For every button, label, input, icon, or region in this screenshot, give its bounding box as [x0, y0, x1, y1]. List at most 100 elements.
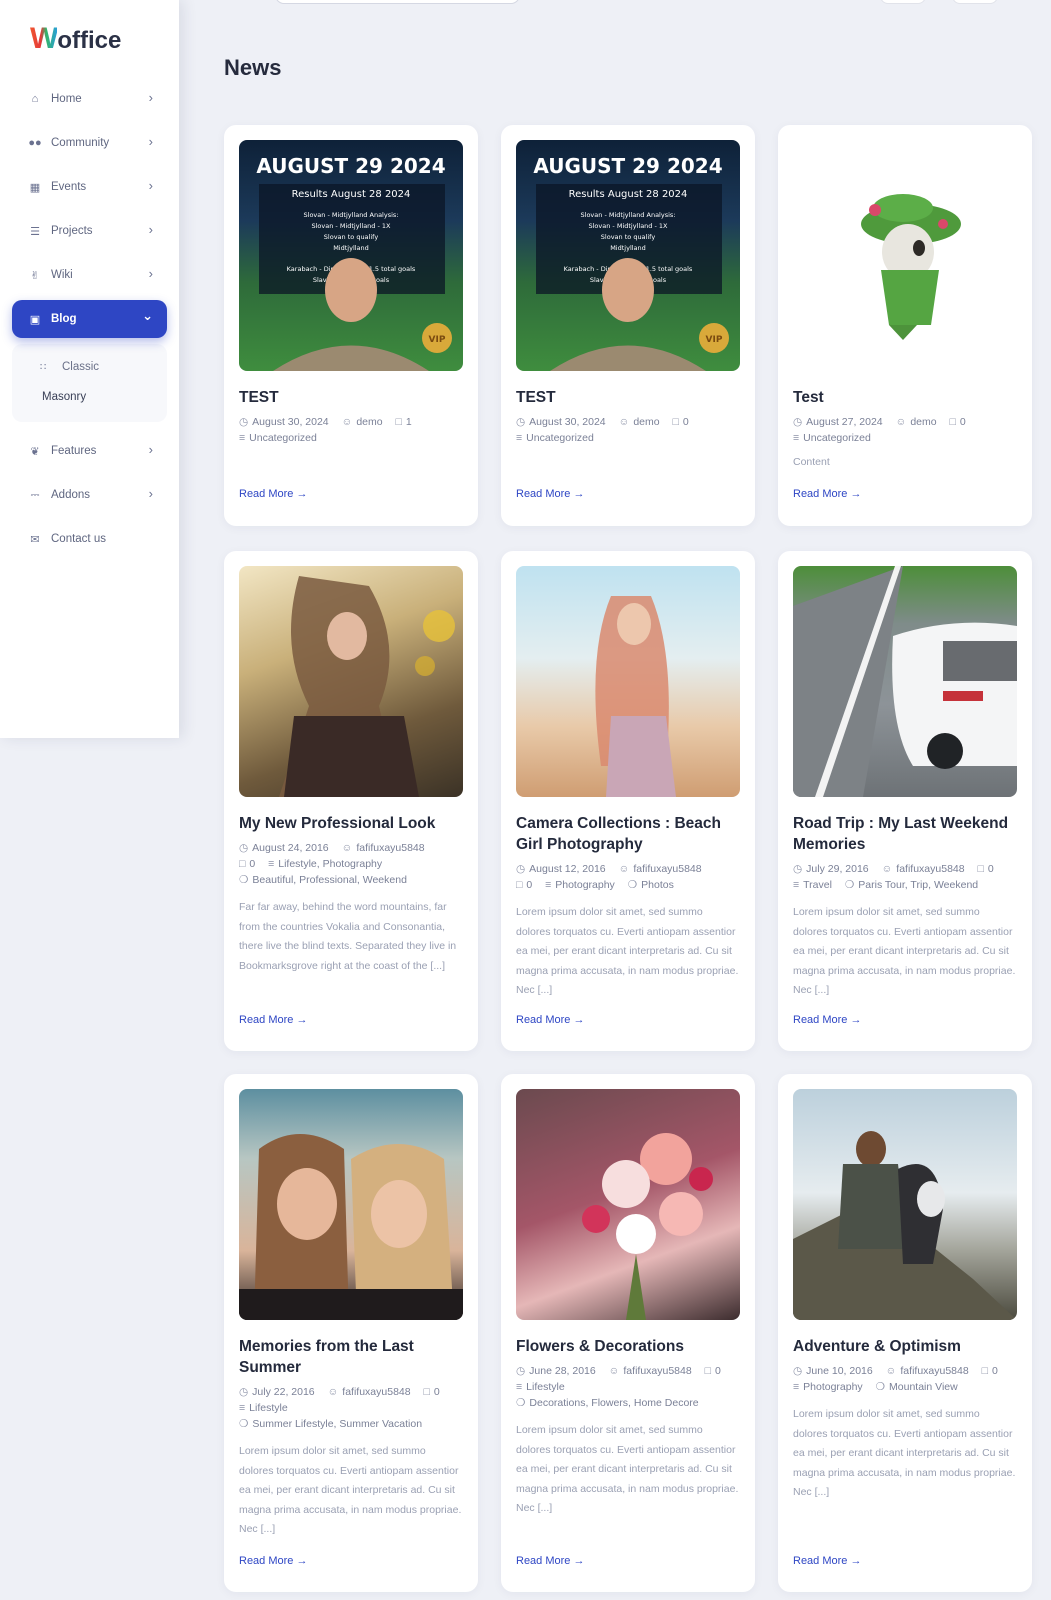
sidebar-item-home[interactable]: ⌂ Home › [12, 80, 167, 118]
read-more-link[interactable]: Read More → [793, 1014, 861, 1026]
post-author[interactable]: fafifuxayu5848 [356, 842, 424, 854]
post-card[interactable]: Camera Collections : Beach Girl Photogra… [501, 551, 755, 1051]
post-meta: ◷ July 22, 2016 ☺ fafifuxayu5848 □ 0 ≡ Lifes… [239, 1384, 463, 1432]
post-comments[interactable]: 0 [960, 416, 966, 428]
clock-icon: ◷ [793, 1365, 803, 1377]
read-more-link[interactable]: Read More → [516, 1014, 584, 1026]
post-excerpt: Content [793, 456, 830, 468]
chevron-right-icon: › [148, 442, 153, 457]
post-image[interactable] [793, 140, 1017, 371]
post-categories[interactable]: Uncategorized [526, 432, 594, 444]
post-categories[interactable]: Photography [555, 879, 615, 891]
post-comments[interactable]: 0 [249, 858, 255, 870]
post-categories[interactable]: Lifestyle [249, 1402, 288, 1414]
top-search-bar[interactable] [275, 0, 520, 4]
post-title[interactable]: Camera Collections : Beach Girl Photogra… [516, 813, 740, 855]
top-button[interactable] [880, 0, 926, 4]
post-image[interactable] [793, 1089, 1017, 1320]
post-categories[interactable]: Photography [803, 1381, 863, 1393]
post-author[interactable]: fafifuxayu5848 [623, 1365, 691, 1377]
post-author[interactable]: fafifuxayu5848 [896, 863, 964, 875]
post-meta: ◷ August 30, 2024 ☺ demo □ 1 ≡ Uncategorized [239, 414, 463, 446]
submenu-item-masonry[interactable]: Masonry [12, 382, 167, 412]
sidebar-item-addons[interactable]: ⎓ Addons › [12, 476, 167, 514]
post-title[interactable]: Road Trip : My Last Weekend Memories [793, 813, 1017, 855]
blog-icon: ▣ [29, 313, 41, 326]
sidebar-item-projects[interactable]: ☰ Projects › [12, 212, 167, 250]
post-title[interactable]: Flowers & Decorations [516, 1336, 740, 1357]
post-card[interactable]: Memories from the Last Summer ◷ July 22, … [224, 1074, 478, 1592]
post-card[interactable]: Road Trip : My Last Weekend Memories ◷ Ju… [778, 551, 1032, 1051]
promo-line: Slovan - Midtjylland Analysis: [304, 211, 399, 219]
promo-graphic: AUGUST 29 2024 Results August 28 2024 Sl… [256, 154, 452, 371]
sidebar-item-blog[interactable]: ▣ Blog ⌄ [12, 300, 167, 338]
sidebar-item-contact[interactable]: ✉ Contact us [12, 520, 167, 558]
post-card[interactable]: Flowers & Decorations ◷ June 28, 2016 ☺ fa… [501, 1074, 755, 1592]
post-tags[interactable]: Mountain View [889, 1381, 958, 1393]
post-tags[interactable]: Summer Lifestyle, Summer Vacation [252, 1418, 422, 1430]
read-more-link[interactable]: Read More → [239, 1014, 307, 1026]
post-image[interactable] [239, 1089, 463, 1320]
post-comments[interactable]: 0 [992, 1365, 998, 1377]
post-title[interactable]: TEST [239, 387, 463, 408]
post-card[interactable]: AUGUST 29 2024 Results August 28 2024 Sl… [224, 125, 478, 526]
post-tags[interactable]: Beautiful, Professional, Weekend [252, 874, 406, 886]
post-categories[interactable]: Uncategorized [803, 432, 871, 444]
logo[interactable]: W office [30, 22, 121, 56]
promo-headline: AUGUST 29 2024 [533, 154, 722, 178]
post-title[interactable]: TEST [516, 387, 740, 408]
post-title[interactable]: Test [793, 387, 1017, 408]
sidebar-item-label: Blog [51, 313, 77, 325]
post-card[interactable]: My New Professional Look ◷ August 24, 201… [224, 551, 478, 1051]
post-author[interactable]: demo [633, 416, 659, 428]
post-comments[interactable]: 0 [526, 879, 532, 891]
submenu-item-classic[interactable]: ∷ Classic [12, 352, 167, 382]
post-title[interactable]: My New Professional Look [239, 813, 463, 834]
post-card[interactable]: Adventure & Optimism ◷ June 10, 2016 ☺ faf… [778, 1074, 1032, 1592]
post-title[interactable]: Memories from the Last Summer [239, 1336, 463, 1378]
post-categories[interactable]: Lifestyle [526, 1381, 565, 1393]
read-more-link[interactable]: Read More → [516, 488, 584, 500]
post-image[interactable] [516, 1089, 740, 1320]
sidebar-item-wiki[interactable]: ✌ Wiki › [12, 256, 167, 294]
post-tags[interactable]: Decorations, Flowers, Home Decore [529, 1397, 698, 1409]
post-image[interactable] [516, 566, 740, 797]
sidebar-item-events[interactable]: ▦ Events › [12, 168, 167, 206]
post-author[interactable]: demo [356, 416, 382, 428]
read-more-link[interactable]: Read More → [239, 488, 307, 500]
sidebar-item-community[interactable]: ●● Community › [12, 124, 167, 162]
clock-icon: ◷ [793, 863, 803, 875]
read-more-link[interactable]: Read More → [793, 488, 861, 500]
post-comments[interactable]: 0 [715, 1365, 721, 1377]
post-card[interactable]: Test ◷ August 27, 2024 ☺ demo □ 0 ≡ Uncatego… [778, 125, 1032, 526]
tag-icon: ❍ [627, 879, 638, 891]
post-comments[interactable]: 1 [406, 416, 412, 428]
user-icon: ☺ [618, 863, 630, 875]
read-more-link[interactable]: Read More → [239, 1555, 307, 1567]
post-comments[interactable]: 0 [434, 1386, 440, 1398]
top-button[interactable] [952, 0, 998, 4]
post-author[interactable]: demo [910, 416, 936, 428]
post-image[interactable]: AUGUST 29 2024 Results August 28 2024 Sl… [516, 140, 740, 371]
post-tags[interactable]: Photos [641, 879, 674, 891]
post-categories[interactable]: Lifestyle, Photography [278, 858, 382, 870]
post-comments[interactable]: 0 [683, 416, 689, 428]
post-categories[interactable]: Uncategorized [249, 432, 317, 444]
post-comments[interactable]: 0 [988, 863, 994, 875]
post-card[interactable]: AUGUST 29 2024 Results August 28 2024 Sl… [501, 125, 755, 526]
read-more-link[interactable]: Read More → [516, 1555, 584, 1567]
vip-badge: VIP [429, 335, 446, 345]
read-more-link[interactable]: Read More → [793, 1555, 861, 1567]
post-author[interactable]: fafifuxayu5848 [900, 1365, 968, 1377]
post-categories[interactable]: Travel [803, 879, 832, 891]
sidebar-item-features[interactable]: ❦ Features › [12, 432, 167, 470]
post-author[interactable]: fafifuxayu5848 [633, 863, 701, 875]
promo-line: Slovan - Midtjylland - 1X [312, 222, 392, 230]
post-title[interactable]: Adventure & Optimism [793, 1336, 1017, 1357]
post-image[interactable]: AUGUST 29 2024 Results August 28 2024 Sl… [239, 140, 463, 371]
post-author[interactable]: fafifuxayu5848 [342, 1386, 410, 1398]
comment-icon: □ [949, 416, 956, 428]
post-image[interactable] [793, 566, 1017, 797]
post-image[interactable] [239, 566, 463, 797]
post-tags[interactable]: Paris Tour, Trip, Weekend [858, 879, 978, 891]
